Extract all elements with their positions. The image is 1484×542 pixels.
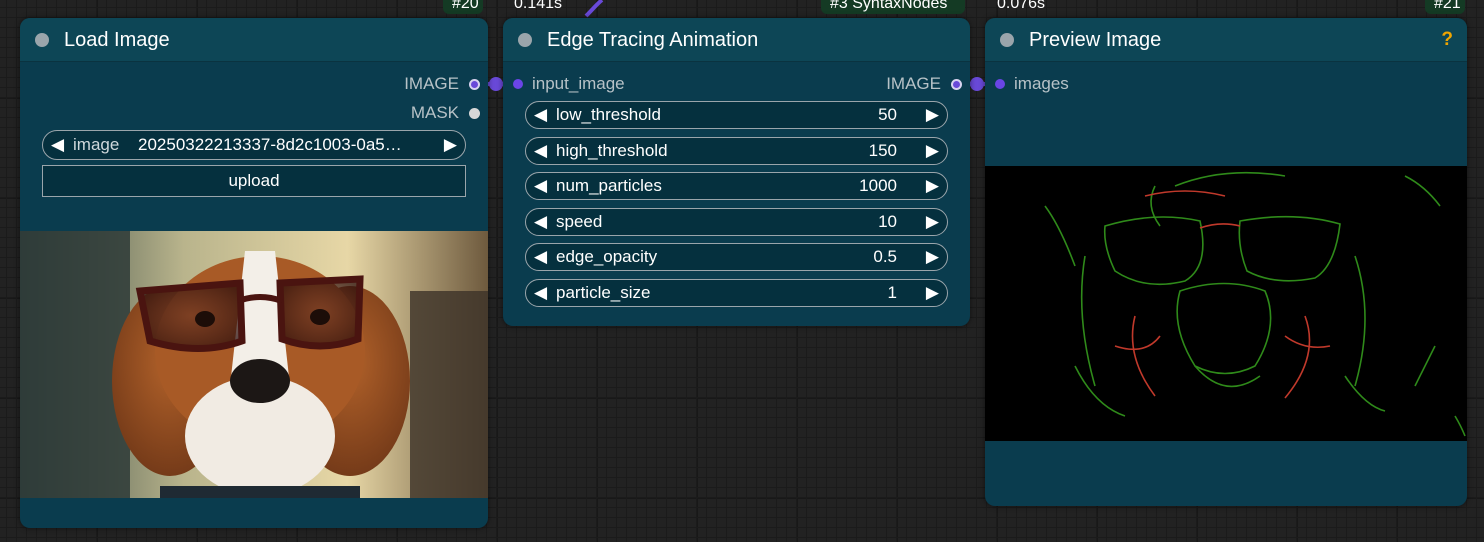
decrement-arrow-icon[interactable]: ◀ <box>534 244 547 270</box>
output-slot-image[interactable] <box>951 79 962 90</box>
increment-arrow-icon[interactable]: ▶ <box>926 173 939 199</box>
decrement-arrow-icon[interactable]: ◀ <box>534 138 547 164</box>
edge-tracing-node[interactable]: Edge Tracing Animation input_image IMAGE… <box>503 18 970 326</box>
link-midpoint-dot <box>970 77 984 91</box>
increment-arrow-icon[interactable]: ▶ <box>926 138 939 164</box>
collapse-dot-icon[interactable] <box>518 33 532 47</box>
execution-time-badge: 0.141s <box>514 0 563 12</box>
input-slot-images[interactable] <box>995 79 1005 89</box>
widget-speed[interactable]: ◀ speed 10 ▶ <box>525 208 948 236</box>
widget-value: 50 <box>878 105 897 124</box>
output-label-image: IMAGE <box>886 74 941 93</box>
widget-label: high_threshold <box>556 141 668 160</box>
preview-image-node[interactable]: Preview Image ? images <box>985 18 1467 506</box>
widget-particle-size[interactable]: ◀ particle_size 1 ▶ <box>525 279 948 307</box>
decrement-arrow-icon[interactable]: ◀ <box>534 102 547 128</box>
decrement-arrow-icon[interactable]: ◀ <box>534 209 547 235</box>
node-header[interactable]: Load Image <box>20 18 488 62</box>
help-icon[interactable]: ? <box>1441 18 1453 62</box>
decrement-arrow-icon[interactable]: ◀ <box>534 173 547 199</box>
output-slot-image[interactable] <box>469 79 480 90</box>
collapse-dot-icon[interactable] <box>35 33 49 47</box>
widget-low-threshold[interactable]: ◀ low_threshold 50 ▶ <box>525 101 948 129</box>
collapse-dot-icon[interactable] <box>1000 33 1014 47</box>
increment-arrow-icon[interactable]: ▶ <box>926 209 939 235</box>
node-title: Preview Image <box>1029 29 1162 51</box>
link-midpoint-dot <box>489 77 503 91</box>
link-offscreen-top <box>584 0 604 18</box>
output-label-mask: MASK <box>410 103 459 122</box>
decrement-arrow-icon[interactable]: ◀ <box>51 131 64 159</box>
output-label-image: IMAGE <box>404 74 459 93</box>
preview-output-image <box>985 166 1467 441</box>
widget-label: low_threshold <box>556 105 661 124</box>
input-slot-image[interactable] <box>513 79 523 89</box>
widget-high-threshold[interactable]: ◀ high_threshold 150 ▶ <box>525 137 948 165</box>
widget-value: 10 <box>878 212 897 231</box>
node-title: Load Image <box>64 29 170 51</box>
widget-value: 1000 <box>859 176 897 195</box>
widget-value: 0.5 <box>873 247 897 266</box>
increment-arrow-icon[interactable]: ▶ <box>926 280 939 306</box>
edge-trace-preview-icon <box>1044 171 1466 437</box>
increment-arrow-icon[interactable]: ▶ <box>926 244 939 270</box>
widget-value: 1 <box>887 283 897 302</box>
widget-label: num_particles <box>556 176 662 195</box>
output-slot-mask[interactable] <box>469 108 480 119</box>
widget-num-particles[interactable]: ◀ num_particles 1000 ▶ <box>525 172 948 200</box>
widget-label: speed <box>556 212 603 231</box>
node-title: Edge Tracing Animation <box>547 29 759 51</box>
input-label: input_image <box>532 74 625 93</box>
beagle-photo-icon <box>20 231 488 498</box>
widget-value: 20250322213337-8d2c1003-0a5… <box>138 135 402 154</box>
widget-value: 150 <box>868 141 897 160</box>
load-image-node[interactable]: Load Image IMAGE MASK ◀ image 2025032221… <box>20 18 488 528</box>
increment-arrow-icon[interactable]: ▶ <box>444 131 457 159</box>
execution-time-badge: 0.076s <box>997 0 1046 12</box>
node-source-badge: #3 SyntaxNodes <box>821 0 965 14</box>
widget-label: edge_opacity <box>556 247 658 266</box>
widget-label: image <box>73 135 120 154</box>
upload-button[interactable]: upload <box>42 165 466 197</box>
loaded-image-preview <box>20 231 488 498</box>
widget-edge-opacity[interactable]: ◀ edge_opacity 0.5 ▶ <box>525 243 948 271</box>
node-id-badge: #21 <box>1425 0 1465 14</box>
node-header[interactable]: Preview Image ? <box>985 18 1467 62</box>
widget-label: particle_size <box>556 283 651 302</box>
image-combo-widget[interactable]: ◀ image 20250322213337-8d2c1003-0a5… ▶ <box>42 130 466 160</box>
input-label: images <box>1014 74 1069 93</box>
decrement-arrow-icon[interactable]: ◀ <box>534 280 547 306</box>
increment-arrow-icon[interactable]: ▶ <box>926 102 939 128</box>
node-id-badge: #20 <box>443 0 483 14</box>
node-header[interactable]: Edge Tracing Animation <box>503 18 970 62</box>
